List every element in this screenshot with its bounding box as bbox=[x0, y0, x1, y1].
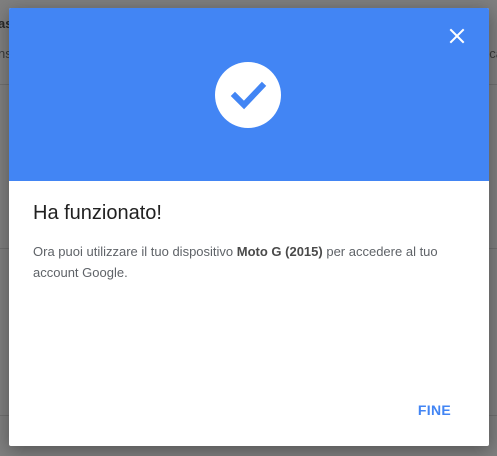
dialog-title: Ha funzionato! bbox=[33, 202, 162, 224]
dialog-header bbox=[9, 8, 489, 181]
close-button[interactable] bbox=[445, 24, 469, 48]
device-name: Moto G (2015) bbox=[236, 244, 323, 259]
background-text: ca bbox=[489, 46, 497, 61]
success-dialog: Ha funzionato! Ora puoi utilizzare il tu… bbox=[9, 8, 489, 446]
check-circle-icon bbox=[215, 62, 281, 128]
message-prefix: Ora puoi utilizzare il tuo dispositivo bbox=[33, 244, 237, 259]
close-icon bbox=[449, 28, 465, 44]
dialog-message: Ora puoi utilizzare il tuo dispositivo M… bbox=[33, 241, 463, 283]
checkmark-icon bbox=[230, 81, 267, 110]
done-button[interactable]: FINE bbox=[410, 398, 459, 422]
